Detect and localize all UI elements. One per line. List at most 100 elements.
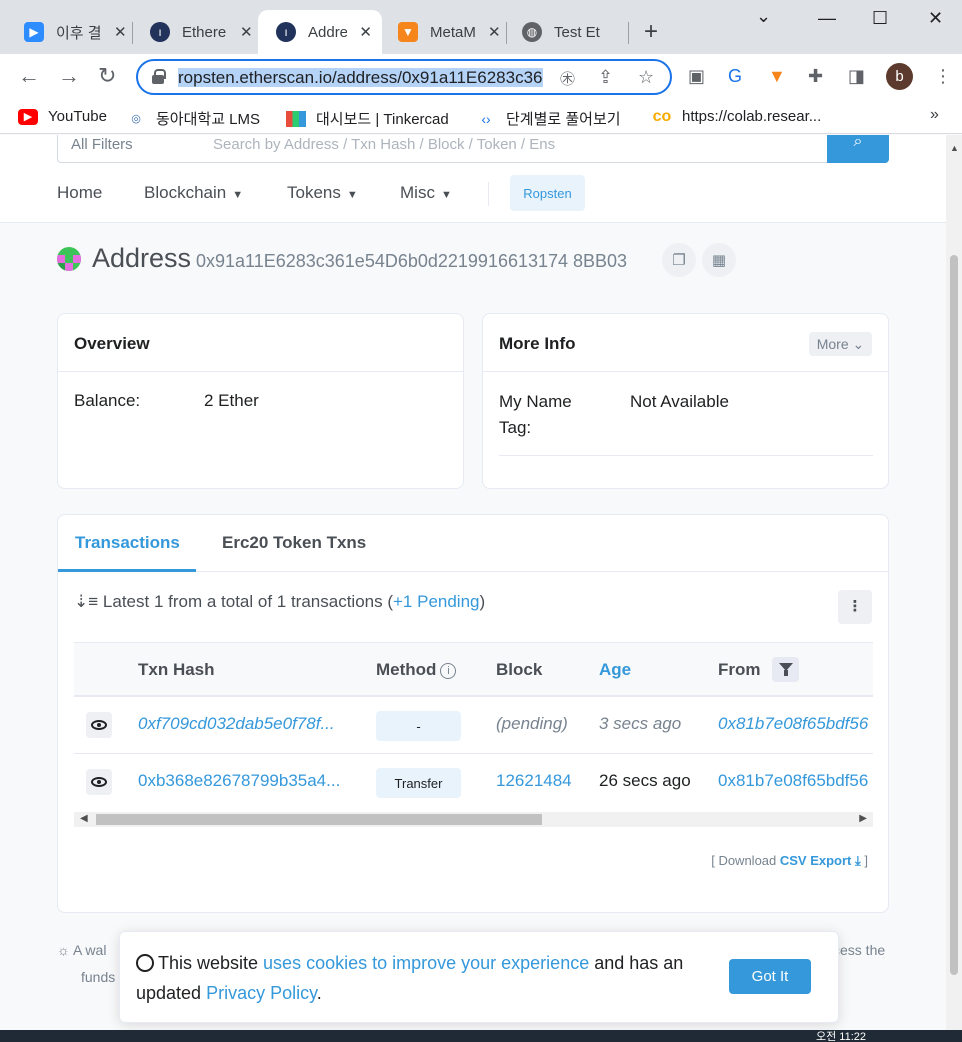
bookmark-label: https://colab.resear... bbox=[682, 108, 822, 125]
got-it-button[interactable]: Got It bbox=[729, 959, 811, 994]
forward-arrow-icon[interactable]: → bbox=[58, 63, 80, 89]
page-viewport: All Filters Search by Address / Txn Hash… bbox=[0, 135, 946, 1030]
new-tab-plus-icon[interactable]: + bbox=[644, 18, 658, 46]
search-button[interactable]: ⌕ bbox=[827, 135, 889, 163]
search-filter-select[interactable]: All Filters bbox=[57, 135, 201, 163]
close-icon[interactable]: ✕ bbox=[114, 23, 127, 41]
address-hash: 0x91a11E6283c361e54D6b0d2219916613174 8B… bbox=[196, 251, 628, 271]
bookmarks-overflow-icon[interactable]: » bbox=[930, 106, 939, 124]
address-title: Address bbox=[92, 243, 192, 273]
scrollbar-thumb[interactable] bbox=[950, 255, 958, 975]
eye-icon[interactable] bbox=[86, 769, 112, 795]
column-block: Block bbox=[496, 660, 543, 679]
window-close-icon[interactable]: ✕ bbox=[928, 8, 943, 29]
taskbar-clock: 오전 11:22 bbox=[816, 1031, 867, 1042]
chevron-down-icon: ▼ bbox=[346, 189, 358, 201]
minimize-icon[interactable]: — bbox=[818, 8, 836, 29]
close-icon[interactable]: ✕ bbox=[359, 23, 372, 41]
browser-tab[interactable]: ◍ Test Et bbox=[504, 10, 610, 54]
csv-export-link[interactable]: CSV Export ⤓ bbox=[780, 853, 861, 868]
column-txn-hash: Txn Hash bbox=[138, 660, 215, 679]
bookmark-tinkercad[interactable]: 대시보드 | Tinkercad bbox=[286, 108, 449, 129]
qr-code-button[interactable]: ▦ bbox=[702, 243, 736, 277]
txn-hash-link[interactable]: 0xf709cd032dab5e0f78f... bbox=[138, 714, 350, 734]
nav-misc[interactable]: Misc ▼ bbox=[400, 183, 452, 203]
browser-tab[interactable]: ▶ 이후 결 ✕ bbox=[6, 10, 137, 54]
maximize-icon[interactable]: ☐ bbox=[872, 8, 888, 29]
nav-tokens[interactable]: Tokens ▼ bbox=[287, 183, 358, 203]
scroll-up-arrow-icon[interactable]: ▲ bbox=[950, 143, 959, 153]
scroll-right-arrow-icon[interactable]: ▶ bbox=[859, 813, 867, 824]
url-text[interactable]: ropsten.etherscan.io/address/0x91a11E628… bbox=[178, 68, 548, 88]
profile-avatar[interactable]: b bbox=[886, 63, 913, 90]
bookmark-colab[interactable]: co https://colab.resear... bbox=[652, 108, 822, 126]
divider bbox=[499, 455, 873, 456]
code-icon: ‹› bbox=[481, 110, 491, 127]
search-input[interactable]: Search by Address / Txn Hash / Block / T… bbox=[200, 135, 828, 163]
tab-erc20-token-txns[interactable]: Erc20 Token Txns bbox=[222, 533, 366, 553]
network-badge[interactable]: Ropsten bbox=[510, 175, 585, 211]
transactions-table: Txn Hash Method i Block Age From 0xf709cd… bbox=[74, 642, 873, 827]
etherscan-icon: ı bbox=[276, 22, 296, 42]
youtube-icon: ▶ bbox=[18, 108, 38, 125]
bookmark-label: 대시보드 | Tinkercad bbox=[316, 111, 449, 128]
from-address-link[interactable]: 0x81b7e08f65bdf56 bbox=[718, 771, 873, 791]
options-menu-button[interactable]: ⋮ bbox=[838, 590, 872, 624]
name-tag-label-line2: Tag: bbox=[499, 418, 532, 437]
cookie-icon bbox=[136, 954, 154, 972]
pending-link[interactable]: +1 Pending bbox=[393, 592, 480, 611]
page-vertical-scrollbar[interactable]: ▲ bbox=[946, 135, 962, 1030]
block-link[interactable]: 12621484 bbox=[496, 771, 572, 791]
reload-icon[interactable]: ↻ bbox=[98, 63, 116, 89]
reading-mode-icon[interactable]: ▣ bbox=[688, 66, 705, 87]
browser-tab-active[interactable]: ı Addre ✕ bbox=[258, 10, 382, 54]
chrome-menu-icon[interactable]: ⋮ bbox=[934, 66, 952, 87]
tab-title: Addre bbox=[308, 23, 348, 41]
privacy-policy-link[interactable]: Privacy Policy bbox=[206, 983, 317, 1003]
bookmark-youtube[interactable]: ▶ YouTube bbox=[18, 108, 107, 125]
copy-address-button[interactable]: ❐ bbox=[662, 243, 696, 277]
cookie-policy-link[interactable]: uses cookies to improve your experience bbox=[263, 953, 589, 973]
side-panel-icon[interactable]: ◨ bbox=[848, 66, 865, 87]
filter-icon[interactable] bbox=[772, 657, 799, 682]
tab-search-chevron-icon[interactable]: ⌄ bbox=[756, 6, 771, 27]
more-info-card: More Info More ⌄ My Name Tag: Not Availa… bbox=[482, 313, 889, 489]
back-arrow-icon[interactable]: ← bbox=[18, 63, 40, 89]
bookmark-donga-lms[interactable]: ◎ 동아대학교 LMS bbox=[126, 108, 260, 129]
transactions-summary: ⇣≡ Latest 1 from a total of 1 transactio… bbox=[74, 592, 486, 611]
method-badge: Transfer bbox=[376, 768, 461, 798]
extensions-puzzle-icon[interactable]: ✚ bbox=[808, 66, 823, 87]
scrollbar-thumb[interactable] bbox=[96, 814, 542, 825]
more-dropdown-button[interactable]: More ⌄ bbox=[809, 332, 872, 356]
share-icon[interactable]: ⇪ bbox=[598, 67, 613, 88]
close-icon[interactable]: ✕ bbox=[240, 23, 253, 41]
chevron-down-icon: ▼ bbox=[440, 189, 452, 201]
column-age-toggle[interactable]: Age bbox=[599, 660, 631, 680]
bookmarks-bar: ▶ YouTube ◎ 동아대학교 LMS 대시보드 | Tinkercad ‹… bbox=[0, 100, 962, 134]
bookmark-star-icon[interactable]: ☆ bbox=[638, 67, 654, 88]
browser-tab[interactable]: ı Ethere ✕ bbox=[132, 10, 263, 54]
browser-tab[interactable]: ▼ MetaM ✕ bbox=[380, 10, 511, 54]
transactions-card: Transactions Erc20 Token Txns ⇣≡ Latest … bbox=[57, 514, 889, 913]
google-translate-extension-icon[interactable]: G bbox=[728, 66, 742, 87]
tab-transactions[interactable]: Transactions bbox=[75, 533, 180, 553]
table-horizontal-scrollbar[interactable]: ◀ ▶ bbox=[74, 812, 873, 827]
address-bar[interactable]: ropsten.etherscan.io/address/0x91a11E628… bbox=[136, 59, 672, 95]
translate-icon[interactable]: ㊍ bbox=[560, 68, 575, 89]
nav-home[interactable]: Home bbox=[57, 183, 102, 203]
eye-icon[interactable] bbox=[86, 712, 112, 738]
scroll-left-arrow-icon[interactable]: ◀ bbox=[80, 813, 88, 824]
nav-blockchain[interactable]: Blockchain ▼ bbox=[144, 183, 243, 203]
bookmark-label: 단계별로 풀어보기 bbox=[506, 111, 621, 128]
sort-icon: ⇣≡ bbox=[74, 592, 99, 611]
from-address-link[interactable]: 0x81b7e08f65bdf56 bbox=[718, 714, 873, 734]
close-icon[interactable]: ✕ bbox=[488, 23, 501, 41]
lock-icon[interactable] bbox=[152, 69, 166, 84]
column-method: Method i bbox=[376, 660, 457, 680]
download-csv: [ Download CSV Export ⤓ ] bbox=[711, 853, 868, 868]
info-icon[interactable]: i bbox=[440, 663, 457, 679]
balance-label: Balance: bbox=[74, 391, 141, 410]
metamask-extension-icon[interactable]: ▼ bbox=[768, 66, 786, 87]
txn-hash-link[interactable]: 0xb368e82678799b35a4... bbox=[138, 771, 350, 791]
bookmark-step-solve[interactable]: ‹› 단계별로 풀어보기 bbox=[476, 108, 621, 129]
